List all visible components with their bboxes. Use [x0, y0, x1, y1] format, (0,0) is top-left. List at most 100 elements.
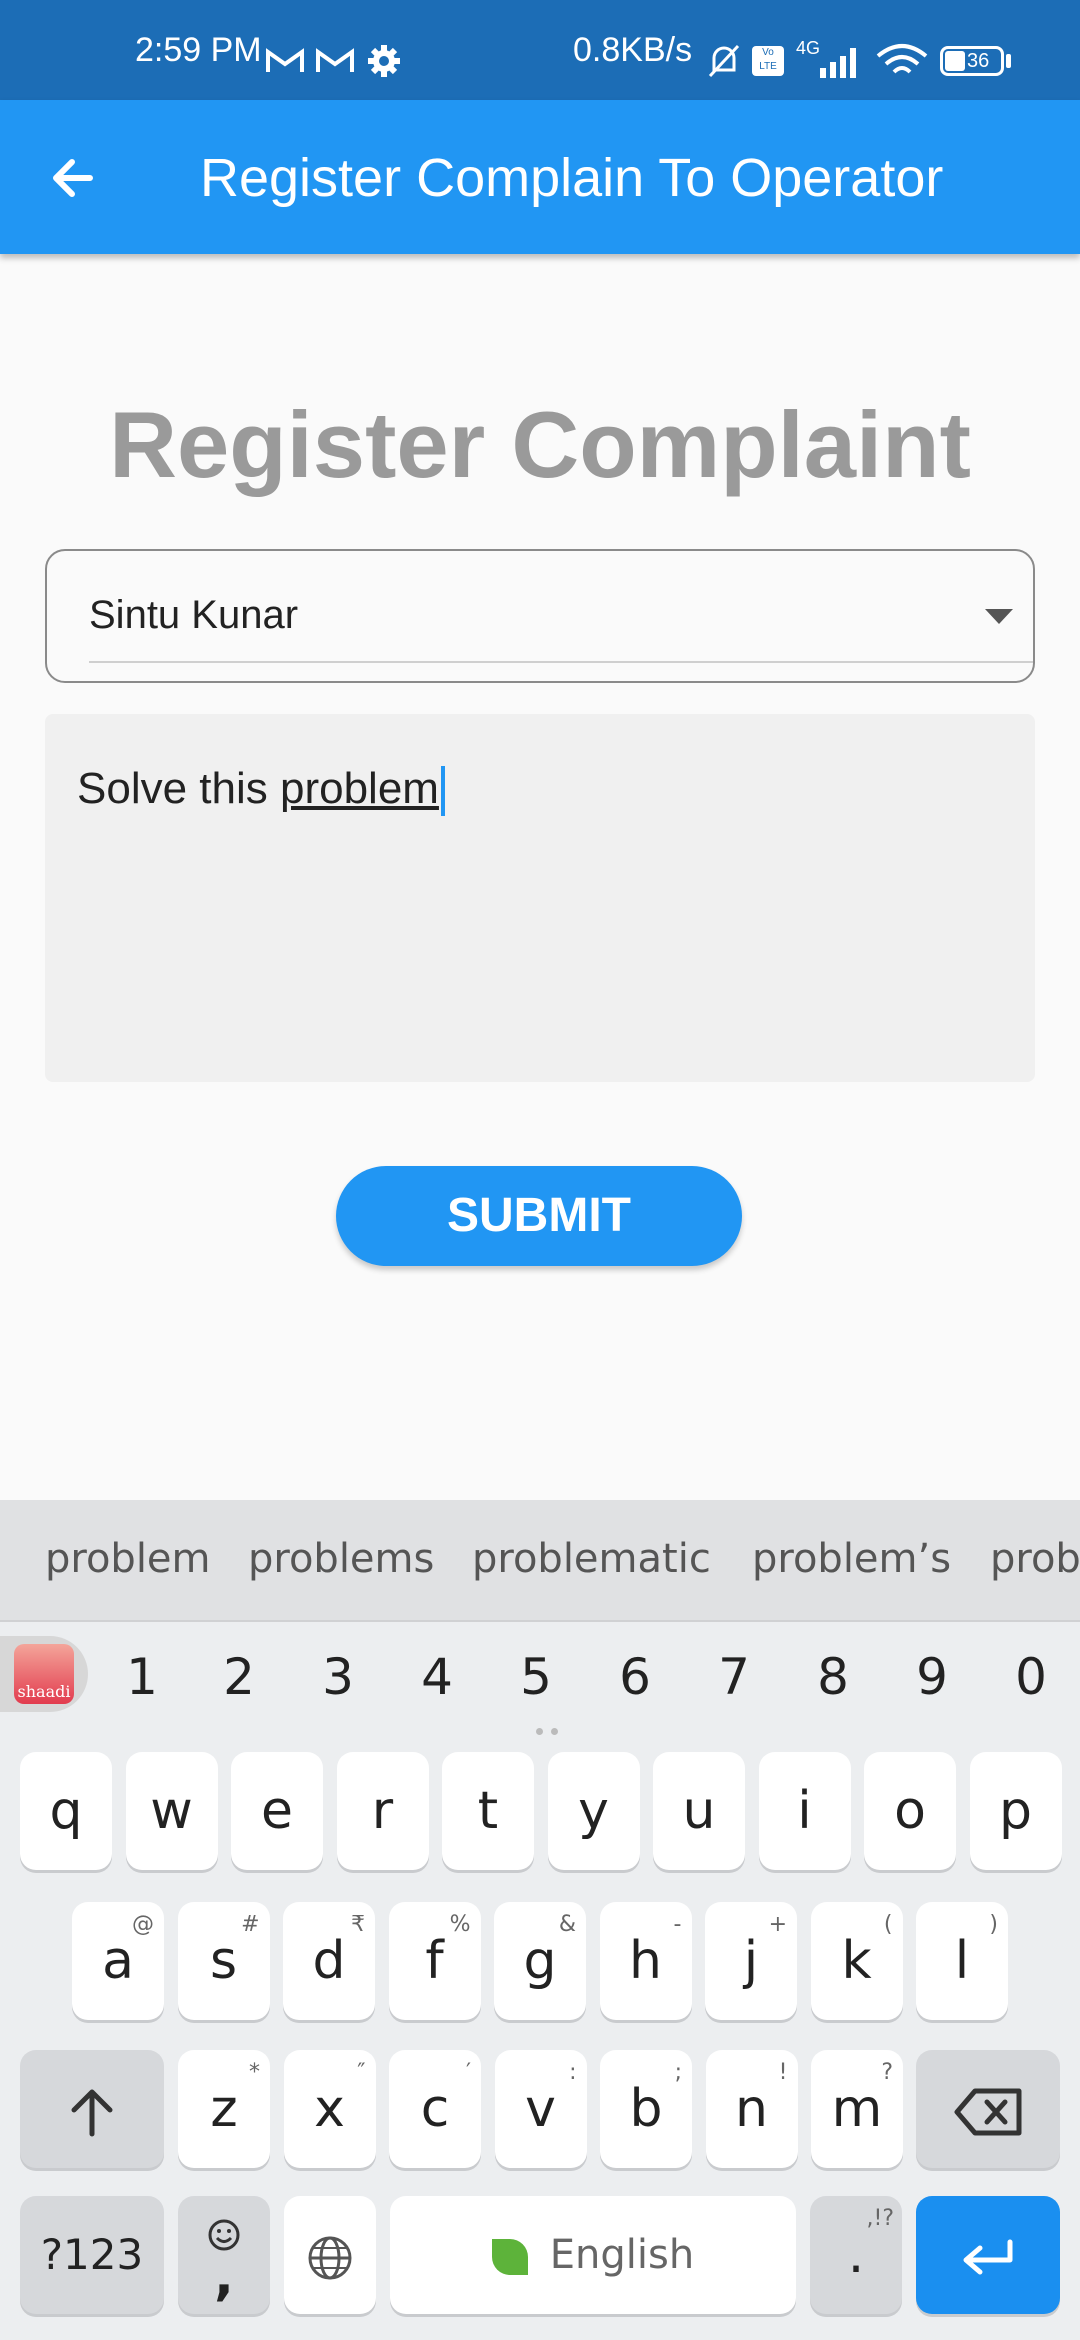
suggestion-item[interactable]: problematic	[472, 1536, 711, 1582]
number-key[interactable]: 3	[308, 1648, 368, 1706]
key-label: e	[261, 1781, 293, 1841]
shaadi-logo: shaadi	[14, 1644, 74, 1704]
number-key[interactable]: 4	[407, 1648, 467, 1706]
operator-dropdown[interactable]: Sintu Kunar	[45, 549, 1035, 683]
period-label: .	[847, 2225, 865, 2285]
key-hint: -	[673, 1912, 682, 1937]
key-label: s	[209, 1931, 238, 1991]
key-n[interactable]: n!	[705, 2050, 798, 2168]
enter-key[interactable]	[916, 2196, 1060, 2314]
period-hint: ,!?	[866, 2206, 895, 2231]
gmail-icon	[316, 48, 354, 72]
key-e[interactable]: e	[231, 1752, 323, 1870]
number-key[interactable]: 0	[1001, 1648, 1061, 1706]
app-bar: Register Complain To Operator	[0, 100, 1080, 254]
emoji-key[interactable]: ,	[178, 2196, 270, 2314]
comma-label: ,	[214, 2247, 234, 2307]
key-label: g	[523, 1931, 557, 1991]
key-hint: ?	[881, 2060, 893, 2085]
shift-arrow-icon	[71, 2089, 113, 2137]
number-key[interactable]: 8	[803, 1648, 863, 1706]
suggestion-item[interactable]: probl	[990, 1536, 1080, 1582]
complaint-text: Solve this problem	[77, 764, 445, 817]
mute-bell-icon	[708, 44, 740, 78]
key-w[interactable]: w	[125, 1752, 218, 1870]
complaint-textarea[interactable]: Solve this problem	[45, 714, 1035, 1082]
key-i[interactable]: i	[758, 1752, 851, 1870]
volte-icon: Vo LTE	[752, 46, 784, 76]
number-key[interactable]: 2	[209, 1648, 269, 1706]
key-k[interactable]: k(	[810, 1902, 903, 2020]
key-s[interactable]: s #	[177, 1902, 270, 2020]
key-p[interactable]: p	[969, 1752, 1062, 1870]
key-label: o	[894, 1781, 926, 1841]
key-v[interactable]: v:	[494, 2050, 587, 2168]
key-hint: ₹	[351, 1912, 365, 1937]
backspace-icon	[954, 2088, 1022, 2136]
submit-button[interactable]: SUBMIT	[336, 1166, 742, 1266]
wifi-icon	[876, 44, 928, 74]
backspace-key[interactable]	[916, 2050, 1060, 2168]
language-key[interactable]	[284, 2196, 376, 2314]
key-d[interactable]: d ₹	[283, 1902, 375, 2020]
key-u[interactable]: u	[653, 1752, 745, 1870]
key-label: m	[831, 2079, 883, 2139]
key-z[interactable]: z *	[178, 2050, 270, 2168]
period-key[interactable]: ,!? .	[810, 2196, 902, 2314]
key-h[interactable]: h-	[599, 1902, 692, 2020]
key-hint: (	[883, 1912, 893, 1937]
shaadi-app-shortcut[interactable]: shaadi	[0, 1636, 88, 1712]
key-l[interactable]: l)	[916, 1902, 1008, 2020]
key-b[interactable]: b;	[600, 2050, 692, 2168]
key-label: u	[682, 1781, 716, 1841]
key-f[interactable]: f%	[388, 1902, 481, 2020]
arrow-back-icon	[53, 159, 93, 197]
key-x[interactable]: x ″	[283, 2050, 376, 2168]
battery-level: 36	[967, 50, 990, 72]
key-label: j	[743, 1931, 759, 1991]
key-q[interactable]: q	[20, 1752, 112, 1870]
symbols-key[interactable]: ?123	[20, 2196, 164, 2314]
number-key[interactable]: 1	[112, 1648, 172, 1706]
key-label: i	[797, 1781, 812, 1841]
key-label: h	[629, 1931, 662, 1991]
key-g[interactable]: g &	[494, 1902, 586, 2020]
space-key[interactable]: English	[390, 2196, 796, 2314]
suggestion-item[interactable]: problem	[45, 1536, 211, 1582]
suggestion-item[interactable]: problem’s	[752, 1536, 951, 1582]
key-r[interactable]: r	[336, 1752, 429, 1870]
key-label: l	[954, 1931, 970, 1991]
key-hint: @	[132, 1912, 154, 1937]
key-t[interactable]: t	[442, 1752, 534, 1870]
number-key[interactable]: 6	[605, 1648, 665, 1706]
space-label: English	[549, 2232, 695, 2278]
shift-key[interactable]	[20, 2050, 164, 2168]
settings-icon	[368, 45, 400, 77]
number-key[interactable]: 9	[902, 1648, 962, 1706]
key-label: y	[578, 1781, 609, 1841]
page-title: Register Complaint	[109, 392, 971, 497]
key-label: r	[371, 1781, 394, 1841]
gmail-icon	[266, 48, 304, 72]
operator-selected-value: Sintu Kunar	[89, 593, 299, 637]
key-o[interactable]: o	[864, 1752, 956, 1870]
battery-icon: 36	[940, 46, 1004, 76]
number-key[interactable]: 5	[506, 1648, 566, 1706]
enter-arrow-icon	[963, 2239, 1013, 2275]
net-speed: 0.8KB/s	[573, 31, 693, 69]
suggestion-item[interactable]: problems	[248, 1536, 434, 1582]
key-c[interactable]: c ′	[389, 2050, 481, 2168]
key-m[interactable]: m?	[811, 2050, 903, 2168]
key-j[interactable]: j +	[705, 1902, 797, 2020]
key-label: t	[477, 1781, 499, 1841]
back-button[interactable]	[40, 140, 116, 216]
key-label: c	[420, 2079, 450, 2139]
number-key[interactable]: 7	[704, 1648, 764, 1706]
key-label: b	[629, 2079, 663, 2139]
key-label: p	[998, 1781, 1032, 1841]
leaf-icon	[491, 2239, 528, 2275]
key-a[interactable]: a @	[72, 1902, 164, 2020]
key-y[interactable]: y	[547, 1752, 640, 1870]
key-hint: *	[249, 2060, 260, 2085]
status-bar: 2:59 PM 0.8KB/s Vo LTE 4G 36	[0, 0, 1080, 100]
